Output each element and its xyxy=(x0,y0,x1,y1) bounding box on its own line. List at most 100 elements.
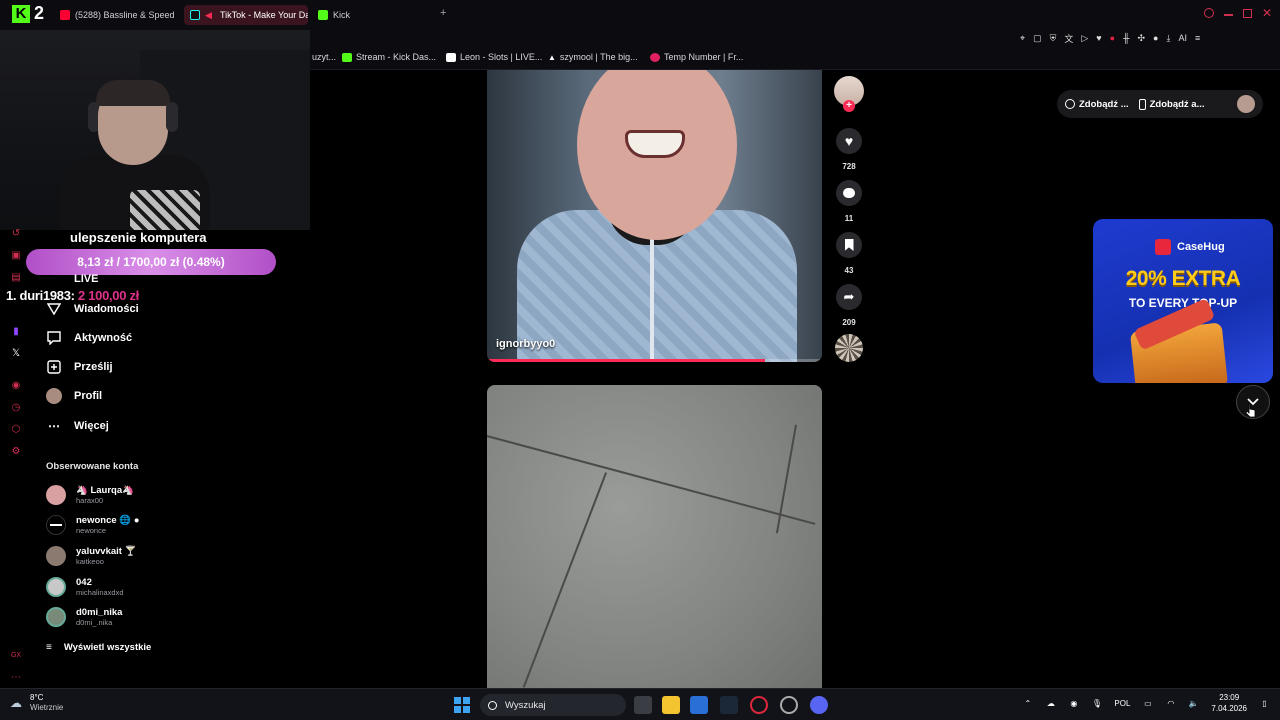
upload-icon xyxy=(46,359,62,375)
tab-kick[interactable]: Kick xyxy=(312,5,372,25)
download-icon[interactable]: ⤓ xyxy=(1166,33,1170,44)
mouse-cursor xyxy=(1246,404,1256,418)
nav-more[interactable]: ⋯ Więcej xyxy=(46,418,109,434)
pin-icon[interactable]: ⌖ xyxy=(1020,33,1025,44)
taskbar-search[interactable]: Wyszukaj xyxy=(480,694,626,716)
speaker-icon[interactable]: ◀ xyxy=(205,10,215,20)
store-icon[interactable] xyxy=(690,696,708,714)
menu-icon[interactable]: ≡ xyxy=(1195,33,1200,43)
search-placeholder: Wyszukaj xyxy=(505,699,546,711)
video-author[interactable]: ignorbyyo0 xyxy=(496,338,555,350)
tab-youtube[interactable]: (5288) Bassline & Speed G xyxy=(54,5,176,25)
next-video-player[interactable] xyxy=(487,385,822,688)
bookmark-item[interactable]: uzyt... xyxy=(312,52,336,62)
ai-icon[interactable]: AI xyxy=(1178,33,1187,43)
record-icon[interactable]: ● xyxy=(1110,33,1115,43)
history-icon[interactable]: ↺ xyxy=(10,227,22,239)
nav-profile[interactable]: Profil xyxy=(46,388,102,404)
heart-icon: ♥ xyxy=(844,133,854,149)
clock-date: 7.04.2026 xyxy=(1211,704,1247,713)
new-tab-button[interactable]: + xyxy=(440,7,446,19)
settings-app-icon[interactable] xyxy=(780,696,798,714)
discord-icon[interactable] xyxy=(810,696,828,714)
equalizer-icon[interactable]: ╫ xyxy=(1123,33,1129,43)
twitch-icon[interactable]: ▮ xyxy=(10,325,22,337)
bag-icon[interactable]: ▣ xyxy=(10,249,22,261)
get-app-button[interactable]: Zdobądź a... xyxy=(1138,98,1205,110)
translate-icon[interactable]: 文 xyxy=(1064,32,1073,45)
chevron-up-icon[interactable]: ⌃ xyxy=(1022,698,1033,709)
account-handle: harax00 xyxy=(76,496,104,505)
comment-button[interactable] xyxy=(836,180,862,206)
video-progress-bar[interactable] xyxy=(487,359,822,362)
more-dots-icon[interactable]: ⋯ xyxy=(10,671,22,683)
clock[interactable]: 23:09 7.04.2026 xyxy=(1211,692,1247,714)
play-icon[interactable]: ▷ xyxy=(1081,33,1088,44)
search-tabs-icon[interactable] xyxy=(1204,8,1214,18)
streamer-hair xyxy=(96,80,170,106)
gx-icon[interactable]: GX xyxy=(10,649,22,661)
share-button[interactable]: ➦ xyxy=(836,284,862,310)
player-icon[interactable]: ◉ xyxy=(10,379,22,391)
account-icon[interactable]: ● xyxy=(1153,33,1158,43)
snapshot-icon[interactable]: ▢ xyxy=(1033,33,1042,44)
get-coins-button[interactable]: Zdobądź ... xyxy=(1065,99,1129,110)
heart-icon[interactable]: ♥ xyxy=(1096,33,1101,43)
video-player[interactable]: ignorbyyo0 xyxy=(487,70,822,362)
cloud-icon[interactable]: ☁ xyxy=(1045,698,1056,709)
bookmark-item[interactable]: ▲ szymool | The big... xyxy=(548,52,638,62)
headset-right xyxy=(166,102,178,132)
save-button[interactable] xyxy=(836,232,862,258)
nav-live[interactable]: LIVE xyxy=(74,273,98,285)
see-all-following[interactable]: ≡ Wyświetl wszystkie xyxy=(46,642,151,653)
bookmark-item[interactable]: Leon - Slots | LIVE... xyxy=(446,52,542,62)
chat-icon[interactable]: ▤ xyxy=(10,271,22,283)
temp-number-icon xyxy=(650,52,660,62)
bookmark-item[interactable]: Temp Number | Fr... xyxy=(650,52,743,62)
bookmark-item[interactable]: Stream - Kick Das... xyxy=(342,52,436,62)
close-window-button[interactable]: ✕ xyxy=(1262,6,1272,20)
header-actions: Zdobądź ... Zdobądź a... xyxy=(1057,90,1263,118)
cube-icon[interactable]: ⬡ xyxy=(10,423,22,435)
followed-account[interactable]: d0mi_nika d0mi_.nika xyxy=(46,607,122,627)
more-icon: ⋯ xyxy=(48,419,60,433)
notification-icon[interactable]: ▯ xyxy=(1259,698,1270,709)
casehug-ad[interactable]: CaseHug 20% EXTRA TO EVERY TOP-UP xyxy=(1093,219,1273,383)
extensions-icon[interactable]: ✣ xyxy=(1137,33,1145,44)
steam-icon[interactable] xyxy=(720,696,738,714)
x-icon[interactable]: 𝕏 xyxy=(10,347,22,359)
followed-account[interactable]: 042 michalinaxdxd xyxy=(46,577,124,597)
clock-icon[interactable]: ◷ xyxy=(10,401,22,413)
followed-account[interactable]: 🦄 Laurqa🦄 harax00 xyxy=(46,485,134,505)
kick-icon xyxy=(318,10,328,20)
weather-widget[interactable]: ☁ 8°C Wietrznie xyxy=(10,693,63,713)
account-name: yaluvvkait 🍸 xyxy=(76,546,137,557)
monitor-icon[interactable]: ▭ xyxy=(1142,698,1153,709)
nav-upload[interactable]: Prześlij xyxy=(46,359,113,375)
minimize-button[interactable] xyxy=(1224,14,1233,16)
start-button[interactable] xyxy=(454,697,470,713)
wifi-icon[interactable]: ◠ xyxy=(1165,698,1176,709)
settings-icon[interactable]: ⚙ xyxy=(10,445,22,457)
user-avatar[interactable] xyxy=(1237,95,1255,113)
nav-activity[interactable]: Aktywność xyxy=(46,330,132,346)
volume-icon[interactable]: 🔈 xyxy=(1188,698,1199,709)
followed-account[interactable]: newonce 🌐 ● newonce xyxy=(46,515,140,535)
file-explorer-icon[interactable] xyxy=(662,696,680,714)
tab-tiktok[interactable]: ◀ TikTok - Make Your Da xyxy=(184,5,308,25)
follow-button[interactable]: + xyxy=(843,100,855,112)
nav-label: Profil xyxy=(74,390,103,402)
nav-messages[interactable]: Wiadomości xyxy=(46,301,139,317)
maximize-button[interactable] xyxy=(1243,9,1252,18)
opera-gx-icon[interactable] xyxy=(750,696,768,714)
language-indicator[interactable]: POL xyxy=(1114,699,1130,708)
triangle-icon: ▲ xyxy=(548,52,556,62)
followed-account[interactable]: yaluvvkait 🍸 kaitkeoo xyxy=(46,546,136,566)
mic-icon[interactable]: 🎙 xyxy=(1091,698,1102,709)
music-disc[interactable] xyxy=(835,334,863,362)
like-button[interactable]: ♥ xyxy=(836,128,862,154)
task-view-icon[interactable] xyxy=(634,696,652,714)
shield-icon[interactable]: ⛨ xyxy=(1050,33,1057,44)
nav-label: Więcej xyxy=(74,420,109,432)
discord-tray-icon[interactable]: ◉ xyxy=(1068,698,1079,709)
